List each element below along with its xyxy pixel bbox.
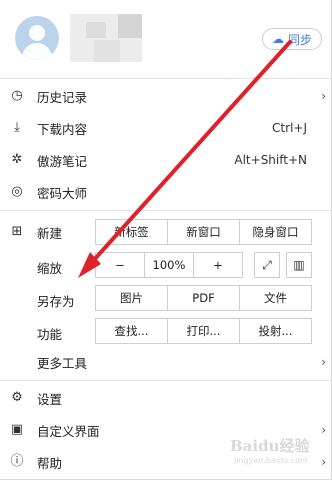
avatar-head-shape <box>29 25 45 41</box>
watermark-logo: Baidu经验 <box>230 437 310 455</box>
avatar-body-shape <box>22 43 52 60</box>
save-file-button[interactable]: 文件 <box>240 286 311 310</box>
divider <box>0 78 331 79</box>
reader-mode-button[interactable]: ▥ <box>286 252 312 278</box>
chevron-right-icon: › <box>321 423 326 437</box>
row-label-zoom: 缩放 <box>37 261 63 276</box>
blurred-username <box>94 40 120 62</box>
saveas-options-group: 图片 PDF 文件 <box>95 285 312 311</box>
menu-item-passwords[interactable]: ◎ 密码大师 <box>0 176 331 208</box>
clock-icon: ◷ <box>11 88 23 103</box>
blurred-username <box>86 22 106 38</box>
download-icon: ⤓ <box>14 120 20 135</box>
account-header: ☁ 同步 <box>0 0 331 78</box>
shortcut-text: Alt+Shift+N <box>234 153 307 167</box>
gear-icon: ⚙ <box>11 390 23 405</box>
chevron-right-icon: › <box>321 455 326 469</box>
menu-item-label: 帮助 <box>37 455 63 471</box>
new-tab-icon: ⊞ <box>11 224 23 239</box>
print-button[interactable]: 打印... <box>168 319 240 343</box>
row-label-function: 功能 <box>37 327 63 342</box>
divider <box>0 210 331 211</box>
chevron-right-icon: › <box>321 89 326 103</box>
find-button[interactable]: 查找... <box>96 319 168 343</box>
notes-icon: ✲ <box>11 152 23 167</box>
layout-icon: ▣ <box>10 422 24 437</box>
save-image-button[interactable]: 图片 <box>96 286 168 310</box>
menu-item-settings[interactable]: ⚙ 设置 <box>0 382 331 414</box>
cloud-icon: ☁ <box>271 32 284 46</box>
fullscreen-icon: ⤢ <box>262 257 272 272</box>
save-pdf-button[interactable]: PDF <box>168 286 240 310</box>
menu-item-notes[interactable]: ✲ 傲游笔记 Alt+Shift+N <box>0 144 331 176</box>
zoom-in-button[interactable]: + <box>194 253 242 277</box>
watermark-url: jingyan.baidu.com <box>234 456 308 465</box>
new-window-button[interactable]: 新窗口 <box>168 220 240 244</box>
new-options-group: 新标签 新窗口 隐身窗口 <box>95 219 312 245</box>
function-options-group: 查找... 打印... 投射... <box>95 318 312 344</box>
menu-item-label: 历史记录 <box>37 89 88 105</box>
avatar[interactable] <box>15 16 59 60</box>
zoom-control: − 100% + <box>95 252 243 278</box>
menu-item-more-tools[interactable]: 更多工具 › <box>0 346 331 378</box>
fullscreen-button[interactable]: ⤢ <box>254 252 280 278</box>
help-icon: ⓘ <box>10 454 24 469</box>
cast-button[interactable]: 投射... <box>240 319 311 343</box>
columns-icon: ▥ <box>293 258 305 272</box>
sync-button[interactable]: ☁ 同步 <box>262 28 322 50</box>
menu-item-label: 下载内容 <box>37 121 88 137</box>
browser-main-menu: ☁ 同步 ◷ 历史记录 › ⤓ 下载内容 Ctrl+J ✲ 傲游笔记 Alt+S… <box>0 0 332 480</box>
incognito-window-button[interactable]: 隐身窗口 <box>240 220 311 244</box>
chevron-right-icon: › <box>321 355 326 369</box>
menu-item-label: 设置 <box>37 391 63 407</box>
shortcut-text: Ctrl+J <box>272 121 307 135</box>
fingerprint-icon: ◎ <box>11 184 23 199</box>
row-label-saveas: 另存为 <box>37 294 75 309</box>
zoom-out-button[interactable]: − <box>96 253 145 277</box>
divider <box>0 380 331 381</box>
menu-item-label: 更多工具 <box>37 355 88 371</box>
sync-label: 同步 <box>287 32 312 47</box>
blurred-username <box>118 14 142 38</box>
row-label: 新建 <box>37 225 63 241</box>
new-tab-button[interactable]: 新标签 <box>96 220 168 244</box>
menu-item-history[interactable]: ◷ 历史记录 › <box>0 80 331 112</box>
menu-item-downloads[interactable]: ⤓ 下载内容 Ctrl+J <box>0 112 331 144</box>
zoom-value: 100% <box>145 253 194 277</box>
menu-item-label: 自定义界面 <box>37 423 100 439</box>
menu-item-label: 傲游笔记 <box>37 153 88 169</box>
menu-item-label: 密码大师 <box>37 185 88 201</box>
